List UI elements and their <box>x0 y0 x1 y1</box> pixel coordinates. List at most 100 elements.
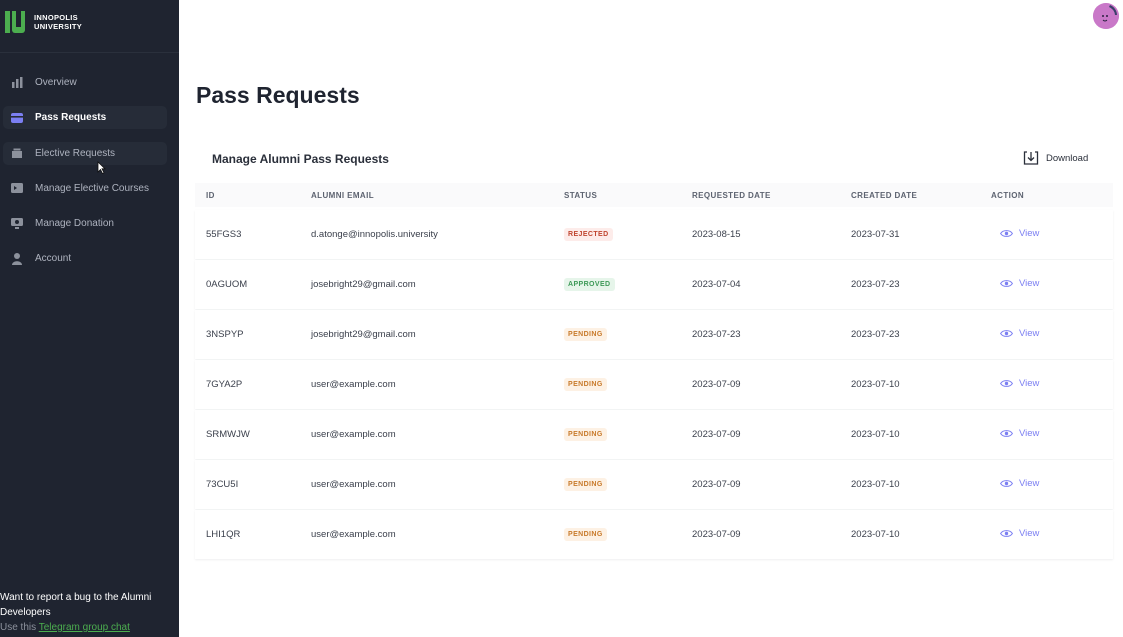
row-email: user@example.com <box>311 429 396 440</box>
row-requested-date: 2023-07-09 <box>692 529 741 540</box>
sidebar-nav: Overview Pass Requests Elective Requests… <box>3 71 167 283</box>
row-requested-date: 2023-07-09 <box>692 379 741 390</box>
row-created-date: 2023-07-10 <box>851 429 900 440</box>
table-row: 7GYA2P user@example.com PENDING 2023-07-… <box>195 360 1113 409</box>
sidebar-item-label: Elective Requests <box>35 147 116 159</box>
mouse-pointer-icon <box>97 161 106 174</box>
sidebar-item-label: Overview <box>35 77 77 88</box>
column-header-status[interactable]: STATUS <box>564 191 597 200</box>
row-requested-date: 2023-07-09 <box>692 429 741 440</box>
status-badge: PENDING <box>564 328 607 341</box>
view-label: View <box>1019 278 1040 289</box>
table-row: SRMWJW user@example.com PENDING 2023-07-… <box>195 410 1113 459</box>
bar-chart-icon <box>11 77 23 89</box>
sidebar-item-label: Account <box>35 253 72 265</box>
row-requested-date: 2023-07-23 <box>692 329 741 340</box>
folder-icon <box>11 147 23 159</box>
logo-line-2: UNIVERSITY <box>34 22 83 31</box>
sidebar-item-manage-elective-courses[interactable]: Manage Elective Courses <box>3 177 167 200</box>
download-button[interactable]: Download <box>1023 151 1088 165</box>
sidebar-item-account[interactable]: Account <box>3 247 167 270</box>
logo-line-1: INNOPOLIS <box>34 13 78 22</box>
row-requested-date: 2023-07-04 <box>692 279 741 290</box>
university-logo[interactable]: INNOPOLIS UNIVERSITY <box>5 11 82 33</box>
row-created-date: 2023-07-10 <box>851 479 900 490</box>
row-created-date: 2023-07-10 <box>851 529 900 540</box>
eye-icon <box>1000 230 1013 237</box>
view-button[interactable]: View <box>1000 328 1039 339</box>
donation-icon <box>11 218 23 230</box>
eye-icon <box>1000 430 1013 437</box>
sidebar-item-elective-requests[interactable]: Elective Requests <box>3 141 167 165</box>
courses-icon <box>11 182 23 194</box>
download-icon <box>1023 151 1039 165</box>
telegram-chat-link[interactable]: Telegram group chat <box>39 622 130 633</box>
row-email: josebright29@gmail.com <box>311 329 416 340</box>
column-header-id[interactable]: ID <box>206 191 215 200</box>
row-id: 55FGS3 <box>206 229 242 240</box>
logo-mark-icon <box>5 11 27 33</box>
row-id: 7GYA2P <box>206 379 243 390</box>
eye-icon <box>1000 530 1013 537</box>
row-requested-date: 2023-08-15 <box>692 229 741 240</box>
column-header-requested-date[interactable]: REQUESTED DATE <box>692 191 771 200</box>
row-email: user@example.com <box>311 479 396 490</box>
view-label: View <box>1019 478 1040 489</box>
view-label: View <box>1019 378 1040 389</box>
sidebar-item-manage-donation[interactable]: Manage Donation <box>3 212 167 235</box>
divider <box>0 52 179 53</box>
view-button[interactable]: View <box>1000 378 1039 389</box>
avatar-face-icon <box>1093 3 1119 29</box>
column-header-email[interactable]: ALUMNI EMAIL <box>311 191 374 200</box>
user-icon <box>11 252 23 265</box>
sidebar-item-label: Pass Requests <box>35 112 107 124</box>
view-button[interactable]: View <box>1000 228 1039 239</box>
sidebar-item-overview[interactable]: Overview <box>3 71 167 94</box>
download-label: Download <box>1046 152 1089 164</box>
card-icon <box>11 112 23 124</box>
column-header-created-date[interactable]: CREATED DATE <box>851 191 917 200</box>
row-id: 73CU5I <box>206 479 239 490</box>
row-id: LHI1QR <box>206 529 241 540</box>
status-badge: REJECTED <box>564 228 613 241</box>
footer-line-1: Want to report a bug to the Alumni <box>0 592 152 603</box>
sidebar-item-label: Manage Elective Courses <box>35 182 149 194</box>
table-row: 73CU5I user@example.com PENDING 2023-07-… <box>195 460 1113 509</box>
row-requested-date: 2023-07-09 <box>692 479 741 490</box>
sidebar-item-pass-requests[interactable]: Pass Requests <box>3 106 167 130</box>
view-button[interactable]: View <box>1000 278 1039 289</box>
status-badge: PENDING <box>564 528 607 541</box>
eye-icon <box>1000 380 1013 387</box>
status-badge: PENDING <box>564 428 607 441</box>
pass-requests-table: 55FGS3 d.atonge@innopolis.university REJ… <box>195 210 1113 560</box>
avatar[interactable] <box>1093 3 1119 29</box>
status-badge: PENDING <box>564 478 607 491</box>
table-row: 3NSPYP josebright29@gmail.com PENDING 20… <box>195 310 1113 359</box>
row-created-date: 2023-07-23 <box>851 329 900 340</box>
view-label: View <box>1019 428 1040 439</box>
row-created-date: 2023-07-31 <box>851 229 900 240</box>
eye-icon <box>1000 330 1013 337</box>
table-row: 55FGS3 d.atonge@innopolis.university REJ… <box>195 210 1113 259</box>
row-email: user@example.com <box>311 529 396 540</box>
row-email: user@example.com <box>311 379 396 390</box>
row-id: 3NSPYP <box>206 329 244 340</box>
view-button[interactable]: View <box>1000 528 1039 539</box>
table-header: ID ALUMNI EMAIL STATUS REQUESTED DATE CR… <box>195 183 1113 207</box>
footer-line-2: Developers <box>0 607 51 618</box>
row-id: 0AGUOM <box>206 279 248 290</box>
status-badge: APPROVED <box>564 278 615 291</box>
footer-prefix: Use this <box>0 622 37 633</box>
bug-report-footer: Want to report a bug to the Alumni Devel… <box>0 590 175 635</box>
view-label: View <box>1019 328 1040 339</box>
row-email: josebright29@gmail.com <box>311 279 416 290</box>
eye-icon <box>1000 480 1013 487</box>
table-row: 0AGUOM josebright29@gmail.com APPROVED 2… <box>195 260 1113 309</box>
card-title: Manage Alumni Pass Requests <box>212 152 389 166</box>
view-label: View <box>1019 528 1040 539</box>
eye-icon <box>1000 280 1013 287</box>
view-button[interactable]: View <box>1000 478 1039 489</box>
view-button[interactable]: View <box>1000 428 1039 439</box>
row-email: d.atonge@innopolis.university <box>311 229 438 240</box>
row-id: SRMWJW <box>206 429 250 440</box>
